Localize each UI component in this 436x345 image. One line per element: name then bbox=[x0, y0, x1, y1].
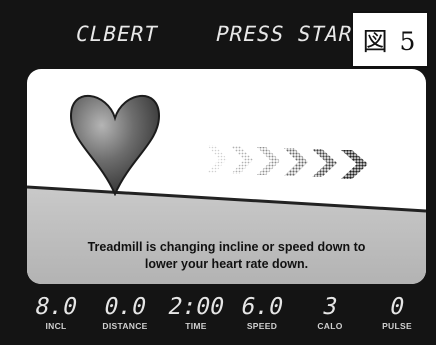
calories-value: 3 bbox=[320, 294, 340, 320]
console-display: CLBERT PRESS START 図 5 Treadmill is chan… bbox=[0, 0, 436, 345]
calories-label: CALO bbox=[317, 321, 343, 331]
time-value: 2:00 bbox=[165, 294, 227, 320]
user-name-display: CLBERT bbox=[73, 22, 161, 46]
heart-icon bbox=[69, 95, 161, 196]
status-message-line-2: lower your heart rate down. bbox=[144, 257, 309, 271]
pulse-label: PULSE bbox=[382, 321, 412, 331]
time-label: TIME bbox=[185, 321, 207, 331]
press-start-prompt: PRESS START bbox=[213, 22, 369, 46]
speed-label: SPEED bbox=[246, 321, 278, 331]
speed-readout: 6.0 SPEED bbox=[236, 294, 288, 331]
pulse-value: 0 bbox=[387, 294, 407, 320]
calories-readout: 3 CALO bbox=[308, 294, 352, 331]
distance-label: DISTANCE bbox=[102, 321, 148, 331]
chevron-right-icon bbox=[207, 145, 368, 179]
distance-value: 0.0 bbox=[101, 294, 149, 320]
incline-readout: 8.0 INCL bbox=[32, 294, 80, 331]
incline-label: INCL bbox=[45, 321, 67, 331]
message-panel: Treadmill is changing incline or speed d… bbox=[27, 69, 426, 284]
distance-readout: 0.0 DISTANCE bbox=[90, 294, 160, 331]
status-message: Treadmill is changing incline or speed d… bbox=[27, 239, 426, 273]
figure-label: 図 5 bbox=[351, 11, 429, 68]
pulse-readout: 0 PULSE bbox=[372, 294, 422, 331]
incline-value: 8.0 bbox=[32, 294, 80, 320]
time-readout: 2:00 TIME bbox=[164, 294, 228, 331]
status-message-line-1: Treadmill is changing incline or speed d… bbox=[87, 240, 366, 254]
speed-value: 6.0 bbox=[238, 294, 286, 320]
